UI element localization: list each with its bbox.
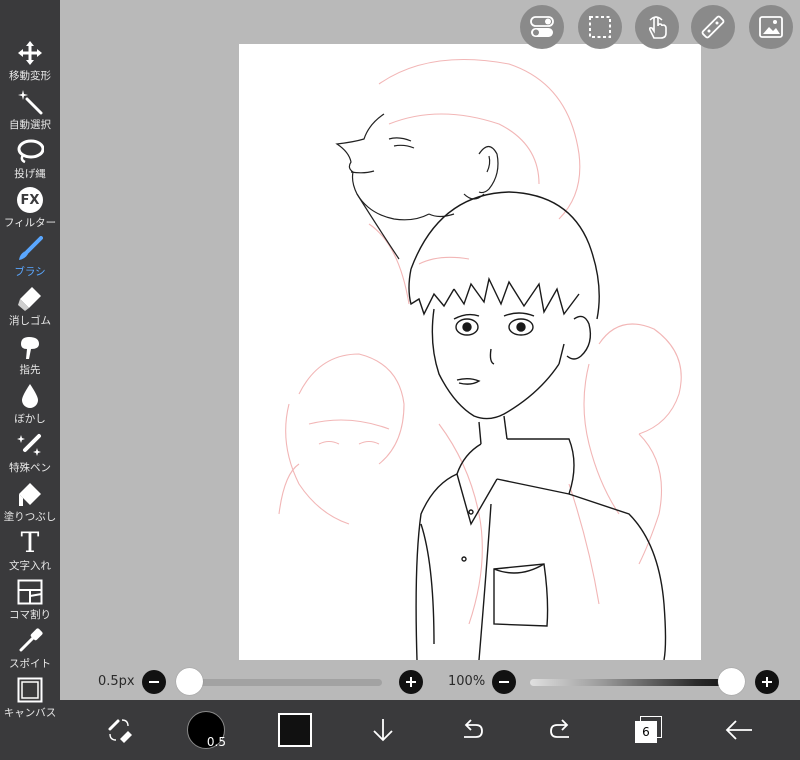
- gesture-button[interactable]: [635, 5, 679, 49]
- toggle-icon: [530, 16, 554, 37]
- opacity-value: 100%: [448, 674, 486, 689]
- redo-button[interactable]: [539, 710, 583, 750]
- tool-move[interactable]: 移動変形: [0, 36, 60, 85]
- tool-lasso[interactable]: 投げ縄: [0, 134, 60, 183]
- drawing-canvas[interactable]: [239, 44, 701, 660]
- tool-filter[interactable]: FX フィルター: [0, 183, 60, 232]
- layers-icon: 6: [635, 716, 663, 744]
- blur-drop-icon: [15, 382, 45, 410]
- canvas-icon: [15, 676, 45, 704]
- tool-label: 消しゴム: [9, 315, 51, 327]
- tool-label: 特殊ペン: [9, 462, 51, 474]
- brush-settings-bar: 0.5px 100%: [60, 665, 800, 700]
- brush-size-slider-thumb[interactable]: [176, 668, 203, 695]
- brush-size-preview-button[interactable]: 0.5: [184, 710, 228, 750]
- layers-button[interactable]: 6: [627, 710, 671, 750]
- layer-count: 6: [635, 721, 657, 743]
- redo-icon: [550, 719, 569, 738]
- opacity-increase-button[interactable]: [755, 670, 779, 694]
- plus-icon: [762, 677, 772, 687]
- frame-divider-icon: [15, 578, 45, 606]
- tool-label: キャンバス: [3, 707, 57, 719]
- brush-icon: [15, 235, 45, 263]
- tool-eyedropper[interactable]: スポイト: [0, 624, 60, 673]
- fill-bucket-icon: [15, 480, 45, 508]
- selection-icon: [589, 16, 611, 38]
- opacity-slider-thumb[interactable]: [718, 668, 745, 695]
- opacity-decrease-button[interactable]: [492, 670, 516, 694]
- brush-size-decrease-button[interactable]: [142, 670, 166, 694]
- tool-frame-divider[interactable]: コマ割り: [0, 575, 60, 624]
- tool-fill[interactable]: 塗りつぶし: [0, 477, 60, 526]
- tool-special-pen[interactable]: 特殊ペン: [0, 428, 60, 477]
- toggle-button[interactable]: [520, 5, 564, 49]
- tool-label: ブラシ: [14, 266, 46, 278]
- selection-button[interactable]: [578, 5, 622, 49]
- tool-label: スポイト: [9, 658, 51, 670]
- brush-size-increase-button[interactable]: [399, 670, 423, 694]
- tool-text[interactable]: T 文字入れ: [0, 526, 60, 575]
- tool-label: 文字入れ: [9, 560, 51, 572]
- tool-label: ぼかし: [14, 413, 46, 425]
- brush-size-slider[interactable]: [178, 679, 382, 686]
- arrow-left-icon: [725, 720, 752, 740]
- minus-icon: [499, 681, 509, 683]
- tool-label: フィルター: [3, 217, 57, 229]
- tool-finger[interactable]: 指先: [0, 330, 60, 379]
- lasso-icon: [15, 137, 45, 165]
- brush-size-value: 0.5px: [98, 674, 135, 689]
- tool-label: 自動選択: [9, 119, 51, 131]
- special-pen-icon: [15, 431, 45, 459]
- magic-wand-icon: [15, 88, 45, 116]
- bottom-toolbar: 0.5 6: [60, 700, 800, 760]
- image-icon: [759, 16, 783, 38]
- ruler-icon: [701, 15, 725, 39]
- eyedropper-icon: [15, 627, 45, 655]
- tool-blur[interactable]: ぼかし: [0, 379, 60, 428]
- move-icon: [15, 39, 45, 67]
- brush-size-badge: 0.5: [206, 735, 226, 749]
- sketch-artwork: [278, 59, 682, 660]
- hand-gesture-icon: [648, 16, 667, 39]
- tool-canvas[interactable]: キャンバス: [0, 673, 60, 722]
- tool-auto-select[interactable]: 自動選択: [0, 85, 60, 134]
- eraser-icon: [15, 284, 45, 312]
- arrow-down-icon: [373, 719, 393, 742]
- tool-brush[interactable]: ブラシ: [0, 232, 60, 281]
- finger-smudge-icon: [15, 333, 45, 361]
- swap-tool-button[interactable]: [97, 710, 141, 750]
- tool-label: 移動変形: [9, 70, 51, 82]
- tool-label: 塗りつぶし: [3, 511, 57, 523]
- color-picker-button[interactable]: [273, 710, 317, 750]
- current-color-swatch: [278, 713, 312, 747]
- save-down-button[interactable]: [361, 710, 405, 750]
- tool-label: 指先: [19, 364, 41, 376]
- tool-label: コマ割り: [9, 609, 51, 621]
- workspace[interactable]: [60, 0, 800, 665]
- tool-eraser[interactable]: 消しゴム: [0, 281, 60, 330]
- undo-button[interactable]: [450, 710, 494, 750]
- tool-sidebar: 移動変形 自動選択 投げ縄 FX フィルター ブラシ 消しゴム 指先 ぼかし 特…: [0, 0, 60, 760]
- ruler-button[interactable]: [691, 5, 735, 49]
- plus-icon: [406, 677, 416, 687]
- fx-icon: FX: [15, 186, 45, 214]
- text-tool-icon: T: [20, 526, 40, 559]
- opacity-slider[interactable]: [530, 679, 738, 686]
- minus-icon: [149, 681, 159, 683]
- undo-icon: [464, 719, 483, 738]
- swap-brush-eraser-icon: [108, 719, 132, 743]
- image-button[interactable]: [749, 5, 793, 49]
- tool-label: 投げ縄: [14, 168, 46, 180]
- back-button[interactable]: [717, 710, 761, 750]
